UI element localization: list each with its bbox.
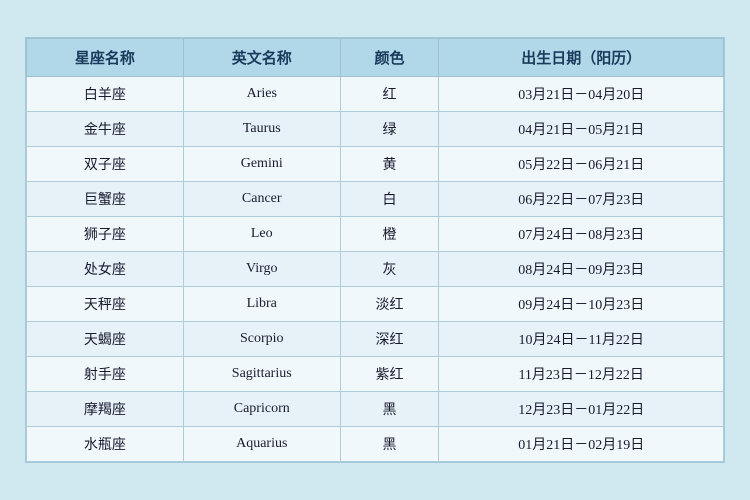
zodiac-table: 星座名称英文名称颜色出生日期（阳历） 白羊座Aries红03月21日－04月20…: [26, 38, 724, 462]
table-cell-10-1: Aquarius: [183, 427, 340, 462]
table-cell-5-0: 处女座: [27, 252, 184, 287]
table-row: 射手座Sagittarius紫红11月23日－12月22日: [27, 357, 724, 392]
table-cell-1-1: Taurus: [183, 112, 340, 147]
table-row: 水瓶座Aquarius黑01月21日－02月19日: [27, 427, 724, 462]
column-header-3: 出生日期（阳历）: [439, 39, 724, 77]
table-cell-7-0: 天蝎座: [27, 322, 184, 357]
column-header-1: 英文名称: [183, 39, 340, 77]
table-header-row: 星座名称英文名称颜色出生日期（阳历）: [27, 39, 724, 77]
table-cell-7-1: Scorpio: [183, 322, 340, 357]
table-cell-2-1: Gemini: [183, 147, 340, 182]
table-row: 天蝎座Scorpio深红10月24日－11月22日: [27, 322, 724, 357]
table-cell-4-1: Leo: [183, 217, 340, 252]
table-row: 摩羯座Capricorn黑12月23日－01月22日: [27, 392, 724, 427]
table-cell-8-3: 11月23日－12月22日: [439, 357, 724, 392]
table-cell-9-0: 摩羯座: [27, 392, 184, 427]
zodiac-table-container: 星座名称英文名称颜色出生日期（阳历） 白羊座Aries红03月21日－04月20…: [25, 37, 725, 463]
table-row: 巨蟹座Cancer白06月22日－07月23日: [27, 182, 724, 217]
table-cell-9-3: 12月23日－01月22日: [439, 392, 724, 427]
table-cell-10-2: 黑: [340, 427, 439, 462]
table-cell-1-3: 04月21日－05月21日: [439, 112, 724, 147]
table-cell-8-2: 紫红: [340, 357, 439, 392]
table-cell-7-2: 深红: [340, 322, 439, 357]
table-cell-10-0: 水瓶座: [27, 427, 184, 462]
table-cell-7-3: 10月24日－11月22日: [439, 322, 724, 357]
table-cell-1-0: 金牛座: [27, 112, 184, 147]
table-cell-4-2: 橙: [340, 217, 439, 252]
table-cell-4-0: 狮子座: [27, 217, 184, 252]
table-cell-3-2: 白: [340, 182, 439, 217]
column-header-2: 颜色: [340, 39, 439, 77]
table-row: 天秤座Libra淡红09月24日－10月23日: [27, 287, 724, 322]
table-cell-10-3: 01月21日－02月19日: [439, 427, 724, 462]
table-cell-9-1: Capricorn: [183, 392, 340, 427]
table-row: 狮子座Leo橙07月24日－08月23日: [27, 217, 724, 252]
table-cell-6-2: 淡红: [340, 287, 439, 322]
table-row: 白羊座Aries红03月21日－04月20日: [27, 77, 724, 112]
table-row: 处女座Virgo灰08月24日－09月23日: [27, 252, 724, 287]
table-cell-3-3: 06月22日－07月23日: [439, 182, 724, 217]
table-cell-3-0: 巨蟹座: [27, 182, 184, 217]
table-cell-2-2: 黄: [340, 147, 439, 182]
column-header-0: 星座名称: [27, 39, 184, 77]
table-cell-5-1: Virgo: [183, 252, 340, 287]
table-cell-0-0: 白羊座: [27, 77, 184, 112]
table-cell-5-2: 灰: [340, 252, 439, 287]
table-body: 白羊座Aries红03月21日－04月20日金牛座Taurus绿04月21日－0…: [27, 77, 724, 462]
table-cell-2-3: 05月22日－06月21日: [439, 147, 724, 182]
table-cell-4-3: 07月24日－08月23日: [439, 217, 724, 252]
table-cell-8-1: Sagittarius: [183, 357, 340, 392]
table-row: 金牛座Taurus绿04月21日－05月21日: [27, 112, 724, 147]
table-row: 双子座Gemini黄05月22日－06月21日: [27, 147, 724, 182]
table-cell-0-2: 红: [340, 77, 439, 112]
table-cell-9-2: 黑: [340, 392, 439, 427]
table-cell-6-0: 天秤座: [27, 287, 184, 322]
table-cell-6-1: Libra: [183, 287, 340, 322]
table-cell-5-3: 08月24日－09月23日: [439, 252, 724, 287]
table-cell-0-3: 03月21日－04月20日: [439, 77, 724, 112]
table-cell-6-3: 09月24日－10月23日: [439, 287, 724, 322]
table-cell-1-2: 绿: [340, 112, 439, 147]
table-cell-8-0: 射手座: [27, 357, 184, 392]
table-cell-2-0: 双子座: [27, 147, 184, 182]
table-cell-0-1: Aries: [183, 77, 340, 112]
table-cell-3-1: Cancer: [183, 182, 340, 217]
